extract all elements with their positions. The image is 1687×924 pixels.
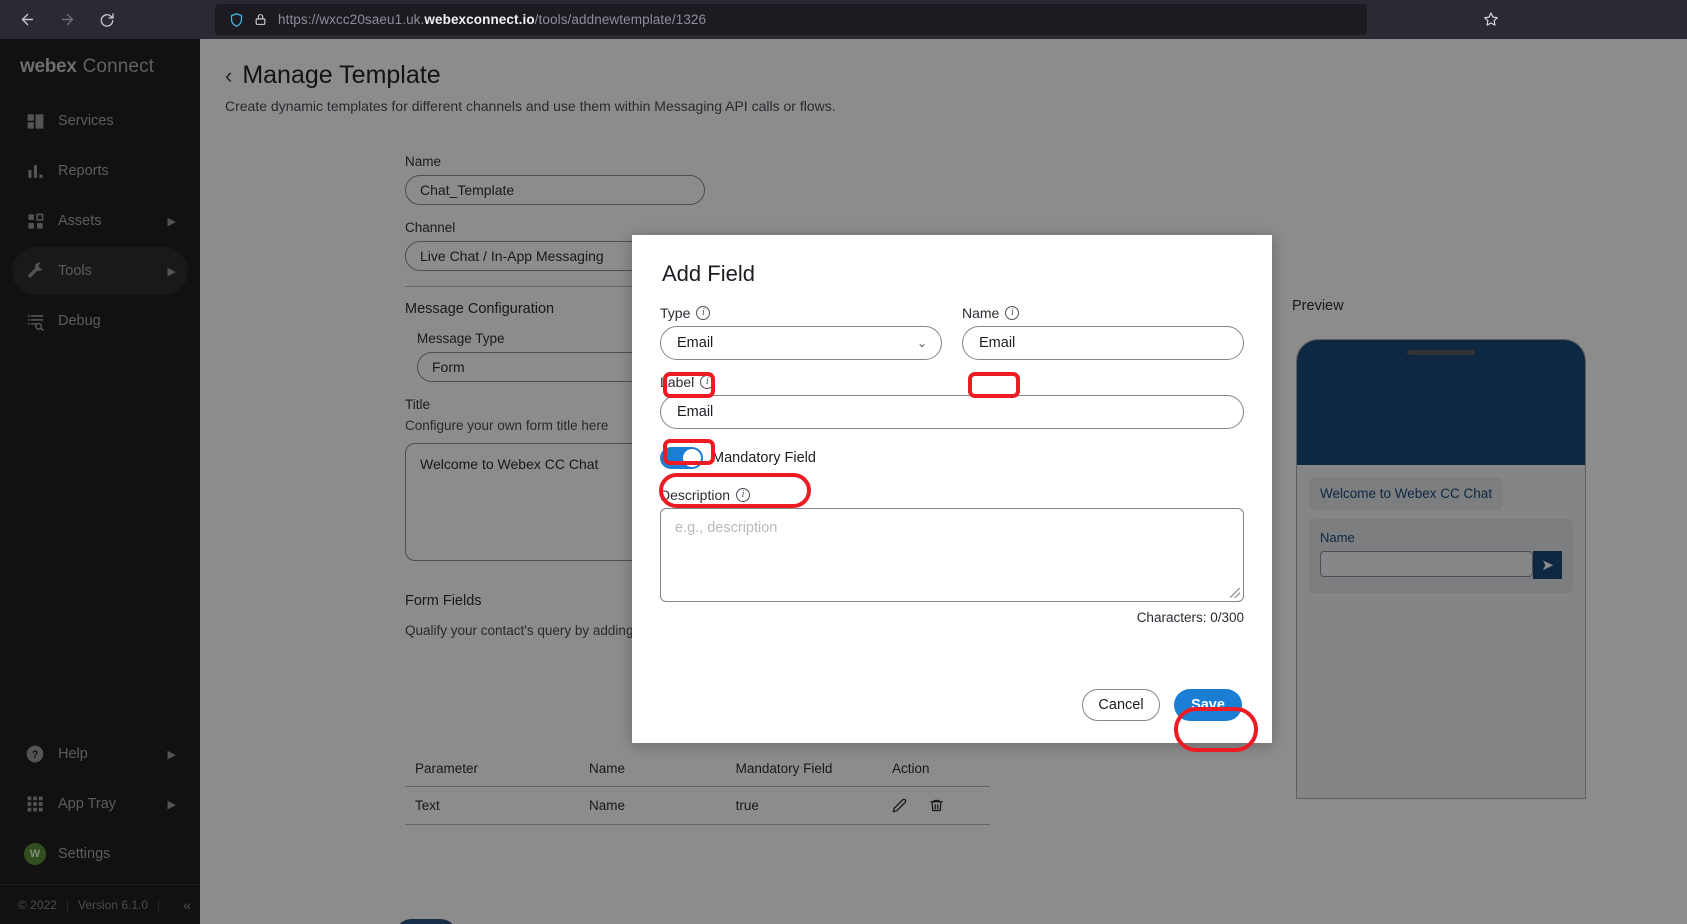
dialog-footer: Cancel Save <box>632 667 1272 743</box>
cancel-button[interactable]: Cancel <box>1082 689 1160 721</box>
description-label: Description i <box>660 487 1244 503</box>
info-icon-name[interactable]: i <box>1005 306 1020 320</box>
back-arrow-icon[interactable] <box>10 3 44 37</box>
resize-handle-icon[interactable] <box>1230 588 1240 598</box>
shield-icon[interactable] <box>229 12 244 28</box>
dialog-title: Add Field <box>662 261 755 286</box>
forward-arrow-icon[interactable] <box>50 3 84 37</box>
label-label-text: Label <box>660 374 695 390</box>
label-value: Email <box>677 404 714 420</box>
info-icon-type[interactable]: i <box>696 306 711 320</box>
url-bar[interactable]: https://wxcc20saeu1.uk.webexconnect.io/t… <box>215 4 1367 35</box>
mandatory-toggle[interactable] <box>660 447 703 469</box>
browser-toolbar: https://wxcc20saeu1.uk.webexconnect.io/t… <box>0 0 1687 39</box>
info-icon-description[interactable]: i <box>736 488 751 502</box>
label-label: Label i <box>660 374 1244 390</box>
name-value: Email <box>979 335 1016 351</box>
app-shell: webex Connect Services Reports Assets ▶ <box>0 39 1687 924</box>
mandatory-label: Mandatory Field <box>712 450 816 466</box>
type-value: Email <box>677 335 714 351</box>
description-placeholder: e.g., description <box>675 520 778 536</box>
star-icon[interactable] <box>1477 5 1505 33</box>
reload-icon[interactable] <box>90 3 124 37</box>
modal-save-button[interactable]: Save <box>1174 689 1242 721</box>
description-label-text: Description <box>660 487 731 503</box>
name-label: Name i <box>962 305 1244 321</box>
name-input[interactable]: Email <box>962 326 1244 360</box>
dialog-body: Type i Email ⌄ Name i Email Label i Emai… <box>632 287 1272 625</box>
mandatory-field-row[interactable]: Mandatory Field <box>660 447 1244 469</box>
chevron-down-icon: ⌄ <box>916 336 927 350</box>
label-input[interactable]: Email <box>660 395 1244 429</box>
character-counter: Characters: 0/300 <box>1136 610 1244 625</box>
info-icon-label[interactable]: i <box>700 375 715 389</box>
name-label-text: Name <box>962 305 1000 321</box>
type-label: Type i <box>660 305 942 321</box>
lock-icon[interactable] <box>254 12 267 27</box>
url-text: https://wxcc20saeu1.uk.webexconnect.io/t… <box>278 12 707 27</box>
description-textarea[interactable]: e.g., description <box>660 508 1244 602</box>
toggle-knob <box>683 449 701 467</box>
add-field-dialog: Add Field Type i Email ⌄ Name i Email La… <box>632 235 1272 743</box>
type-label-text: Type <box>660 305 691 321</box>
type-select[interactable]: Email ⌄ <box>660 326 942 360</box>
